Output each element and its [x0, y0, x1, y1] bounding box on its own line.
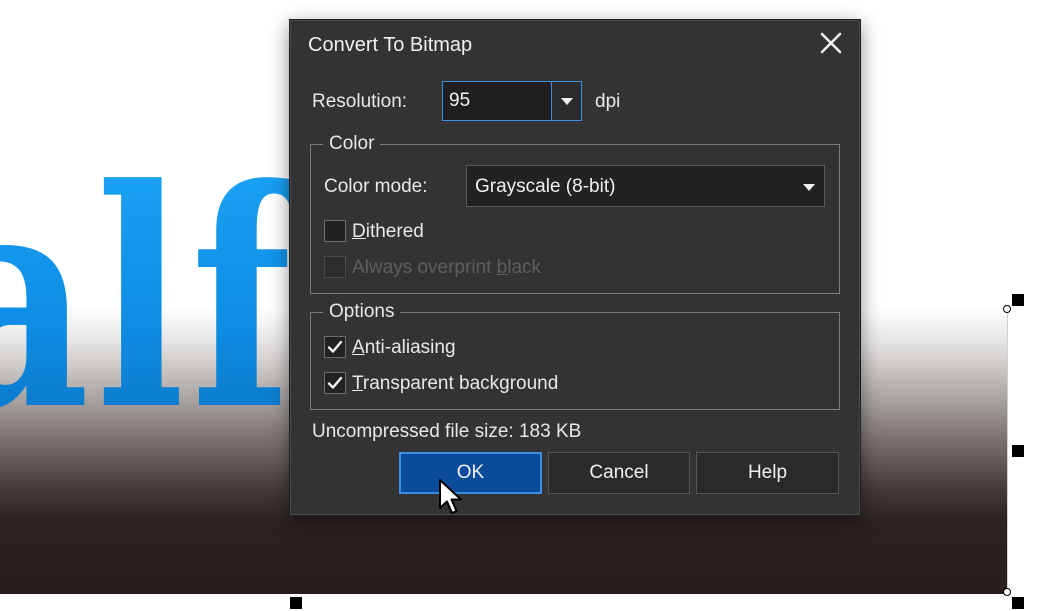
checkmark-icon	[327, 340, 343, 353]
close-icon	[820, 32, 842, 54]
resolution-combobox[interactable]	[442, 81, 582, 121]
transparent-background-checkbox[interactable]	[324, 372, 346, 394]
selection-handle-top-right[interactable]	[1012, 294, 1024, 306]
resolution-input[interactable]	[443, 82, 551, 120]
anti-aliasing-checkbox[interactable]	[324, 336, 346, 358]
transparent-background-label: Transparent background	[352, 373, 559, 394]
color-mode-select[interactable]: Grayscale (8-bit)	[466, 165, 825, 207]
convert-to-bitmap-dialog: Convert To Bitmap Resolution: dpi Color …	[289, 19, 861, 516]
mouse-cursor-icon	[439, 479, 462, 514]
selection-edge	[1007, 308, 1008, 594]
resolution-label: Resolution:	[312, 91, 408, 112]
color-mode-label: Color mode:	[324, 176, 428, 197]
dithered-checkbox-row[interactable]: Dithered	[324, 219, 484, 245]
checkmark-icon	[327, 376, 343, 389]
chevron-down-icon	[803, 184, 815, 191]
transparent-background-checkbox-row[interactable]: Transparent background	[324, 371, 604, 397]
color-mode-value: Grayscale (8-bit)	[475, 176, 616, 197]
overprint-black-checkbox-row: Always overprint black	[324, 255, 584, 281]
cancel-button[interactable]: Cancel	[548, 452, 690, 494]
anti-aliasing-label: Anti-aliasing	[352, 337, 456, 358]
resolution-unit: dpi	[595, 91, 621, 112]
canvas: alfabe Convert To Bitmap Resolution: dpi…	[0, 0, 1063, 611]
options-group-legend: Options	[323, 301, 401, 323]
resolution-dropdown-button[interactable]	[551, 82, 581, 120]
help-button[interactable]: Help	[696, 452, 839, 494]
selection-handle-middle-right[interactable]	[1012, 445, 1024, 457]
file-size-text: Uncompressed file size: 183 KB	[312, 421, 582, 442]
color-group-legend: Color	[323, 133, 381, 155]
anti-aliasing-checkbox-row[interactable]: Anti-aliasing	[324, 335, 504, 361]
selection-handle-bottom-right[interactable]	[1012, 597, 1024, 609]
chevron-down-icon	[561, 98, 573, 105]
dithered-checkbox[interactable]	[324, 220, 346, 242]
dithered-label: Dithered	[352, 221, 424, 242]
overprint-black-checkbox	[324, 256, 346, 278]
selection-handle-rotate-top[interactable]	[1003, 305, 1011, 313]
dialog-title: Convert To Bitmap	[308, 34, 473, 56]
selection-handle-bottom-center[interactable]	[290, 597, 302, 609]
close-button[interactable]	[814, 26, 848, 60]
overprint-black-label: Always overprint black	[352, 257, 542, 278]
ok-button[interactable]: OK	[399, 452, 542, 494]
selection-handle-rotate-bottom[interactable]	[1003, 588, 1011, 596]
